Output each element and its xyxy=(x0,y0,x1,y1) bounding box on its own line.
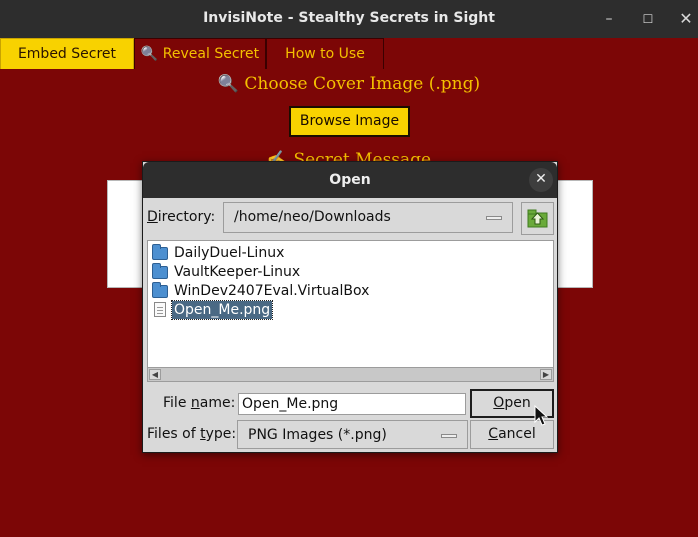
minimize-button[interactable]: – xyxy=(599,9,619,29)
filetype-combo[interactable]: PNG Images (*.png) xyxy=(237,420,468,449)
folder-up-icon xyxy=(527,209,548,228)
directory-value: /home/neo/Downloads xyxy=(234,209,391,225)
tab-bar: Embed Secret 🔍 Reveal Secret How to Use xyxy=(0,38,698,69)
folder-icon xyxy=(152,263,168,279)
combo-grip-icon xyxy=(441,434,457,438)
tab-how-to-use[interactable]: How to Use xyxy=(266,38,384,69)
combo-grip-icon xyxy=(486,216,502,220)
dialog-titlebar: Open ✕ xyxy=(143,162,557,198)
directory-combo[interactable]: /home/neo/Downloads xyxy=(223,202,513,233)
scroll-left-arrow-icon[interactable]: ◀ xyxy=(149,369,161,380)
folder-icon xyxy=(152,244,168,260)
filetype-value: PNG Images (*.png) xyxy=(248,427,387,443)
filename-label: File name: xyxy=(163,395,236,411)
directory-label: Directory: xyxy=(147,209,216,225)
tab-embed-secret[interactable]: Embed Secret xyxy=(0,38,134,69)
file-list[interactable]: DailyDuel-Linux VaultKeeper-Linux WinDev… xyxy=(147,240,554,382)
window-title: InvisiNote - Stealthy Secrets in Sight xyxy=(203,10,495,26)
open-file-dialog: Open ✕ Directory: /home/neo/Downloads Da… xyxy=(142,161,558,453)
maximize-button[interactable]: ☐ xyxy=(638,9,658,29)
dialog-title: Open xyxy=(329,172,371,188)
folder-icon xyxy=(152,282,168,298)
horizontal-scrollbar[interactable]: ◀ ▶ xyxy=(148,367,553,381)
filetype-label: Files of type: xyxy=(147,426,237,442)
cover-image-heading: 🔍 Choose Cover Image (.png) xyxy=(217,74,481,94)
tab-reveal-secret[interactable]: 🔍 Reveal Secret xyxy=(134,38,266,69)
dialog-close-button[interactable]: ✕ xyxy=(529,168,553,192)
file-icon xyxy=(154,302,166,317)
parent-directory-button[interactable] xyxy=(521,202,554,235)
window-titlebar: InvisiNote - Stealthy Secrets in Sight –… xyxy=(0,0,698,38)
browse-image-button[interactable]: Browse Image xyxy=(289,106,410,137)
filename-input[interactable]: Open_Me.png xyxy=(238,393,466,415)
mouse-cursor-icon xyxy=(534,405,548,426)
scroll-right-arrow-icon[interactable]: ▶ xyxy=(540,369,552,380)
close-window-button[interactable]: ✕ xyxy=(676,9,696,29)
